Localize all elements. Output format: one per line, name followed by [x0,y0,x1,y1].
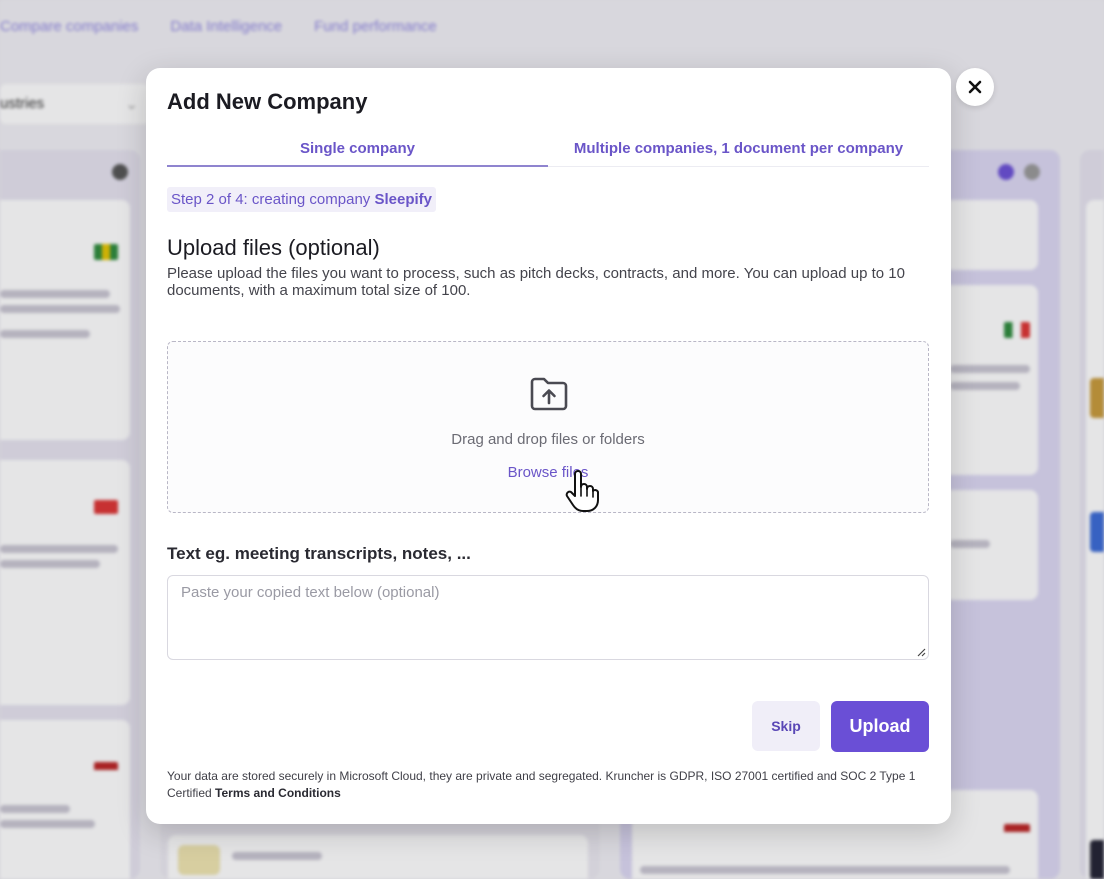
step-indicator: Step 2 of 4: creating company Sleepify [167,187,436,212]
upload-heading: Upload files (optional) [167,235,380,260]
company-name: Sleepify [374,191,432,208]
close-icon [968,80,982,94]
drop-instructions: Drag and drop files or folders [451,431,645,448]
file-dropzone[interactable]: Drag and drop files or folders Browse fi… [167,341,929,513]
resize-grip-icon[interactable] [917,648,926,657]
close-button[interactable] [956,68,994,106]
tab-single-company[interactable]: Single company [167,135,548,167]
modal-title: Add New Company [167,89,368,114]
terms-link[interactable]: Terms and Conditions [215,786,341,800]
step-text: Step 2 of 4: creating company [171,191,371,208]
upload-description: Please upload the files you want to proc… [167,265,905,299]
upload-button[interactable]: Upload [831,701,929,752]
browse-files-link[interactable]: Browse files [168,464,928,481]
tab-bar: Single company Multiple companies, 1 doc… [167,135,929,167]
skip-button[interactable]: Skip [752,701,820,751]
hand-pointer-icon [565,470,599,512]
text-input-label: Text eg. meeting transcripts, notes, ... [167,544,471,563]
tab-multiple-companies[interactable]: Multiple companies, 1 document per compa… [548,135,929,166]
notes-textarea[interactable] [167,575,929,660]
add-company-modal: Add New Company Single company Multiple … [146,68,951,824]
folder-upload-icon [530,377,568,411]
privacy-note: Your data are stored securely in Microso… [167,768,937,802]
